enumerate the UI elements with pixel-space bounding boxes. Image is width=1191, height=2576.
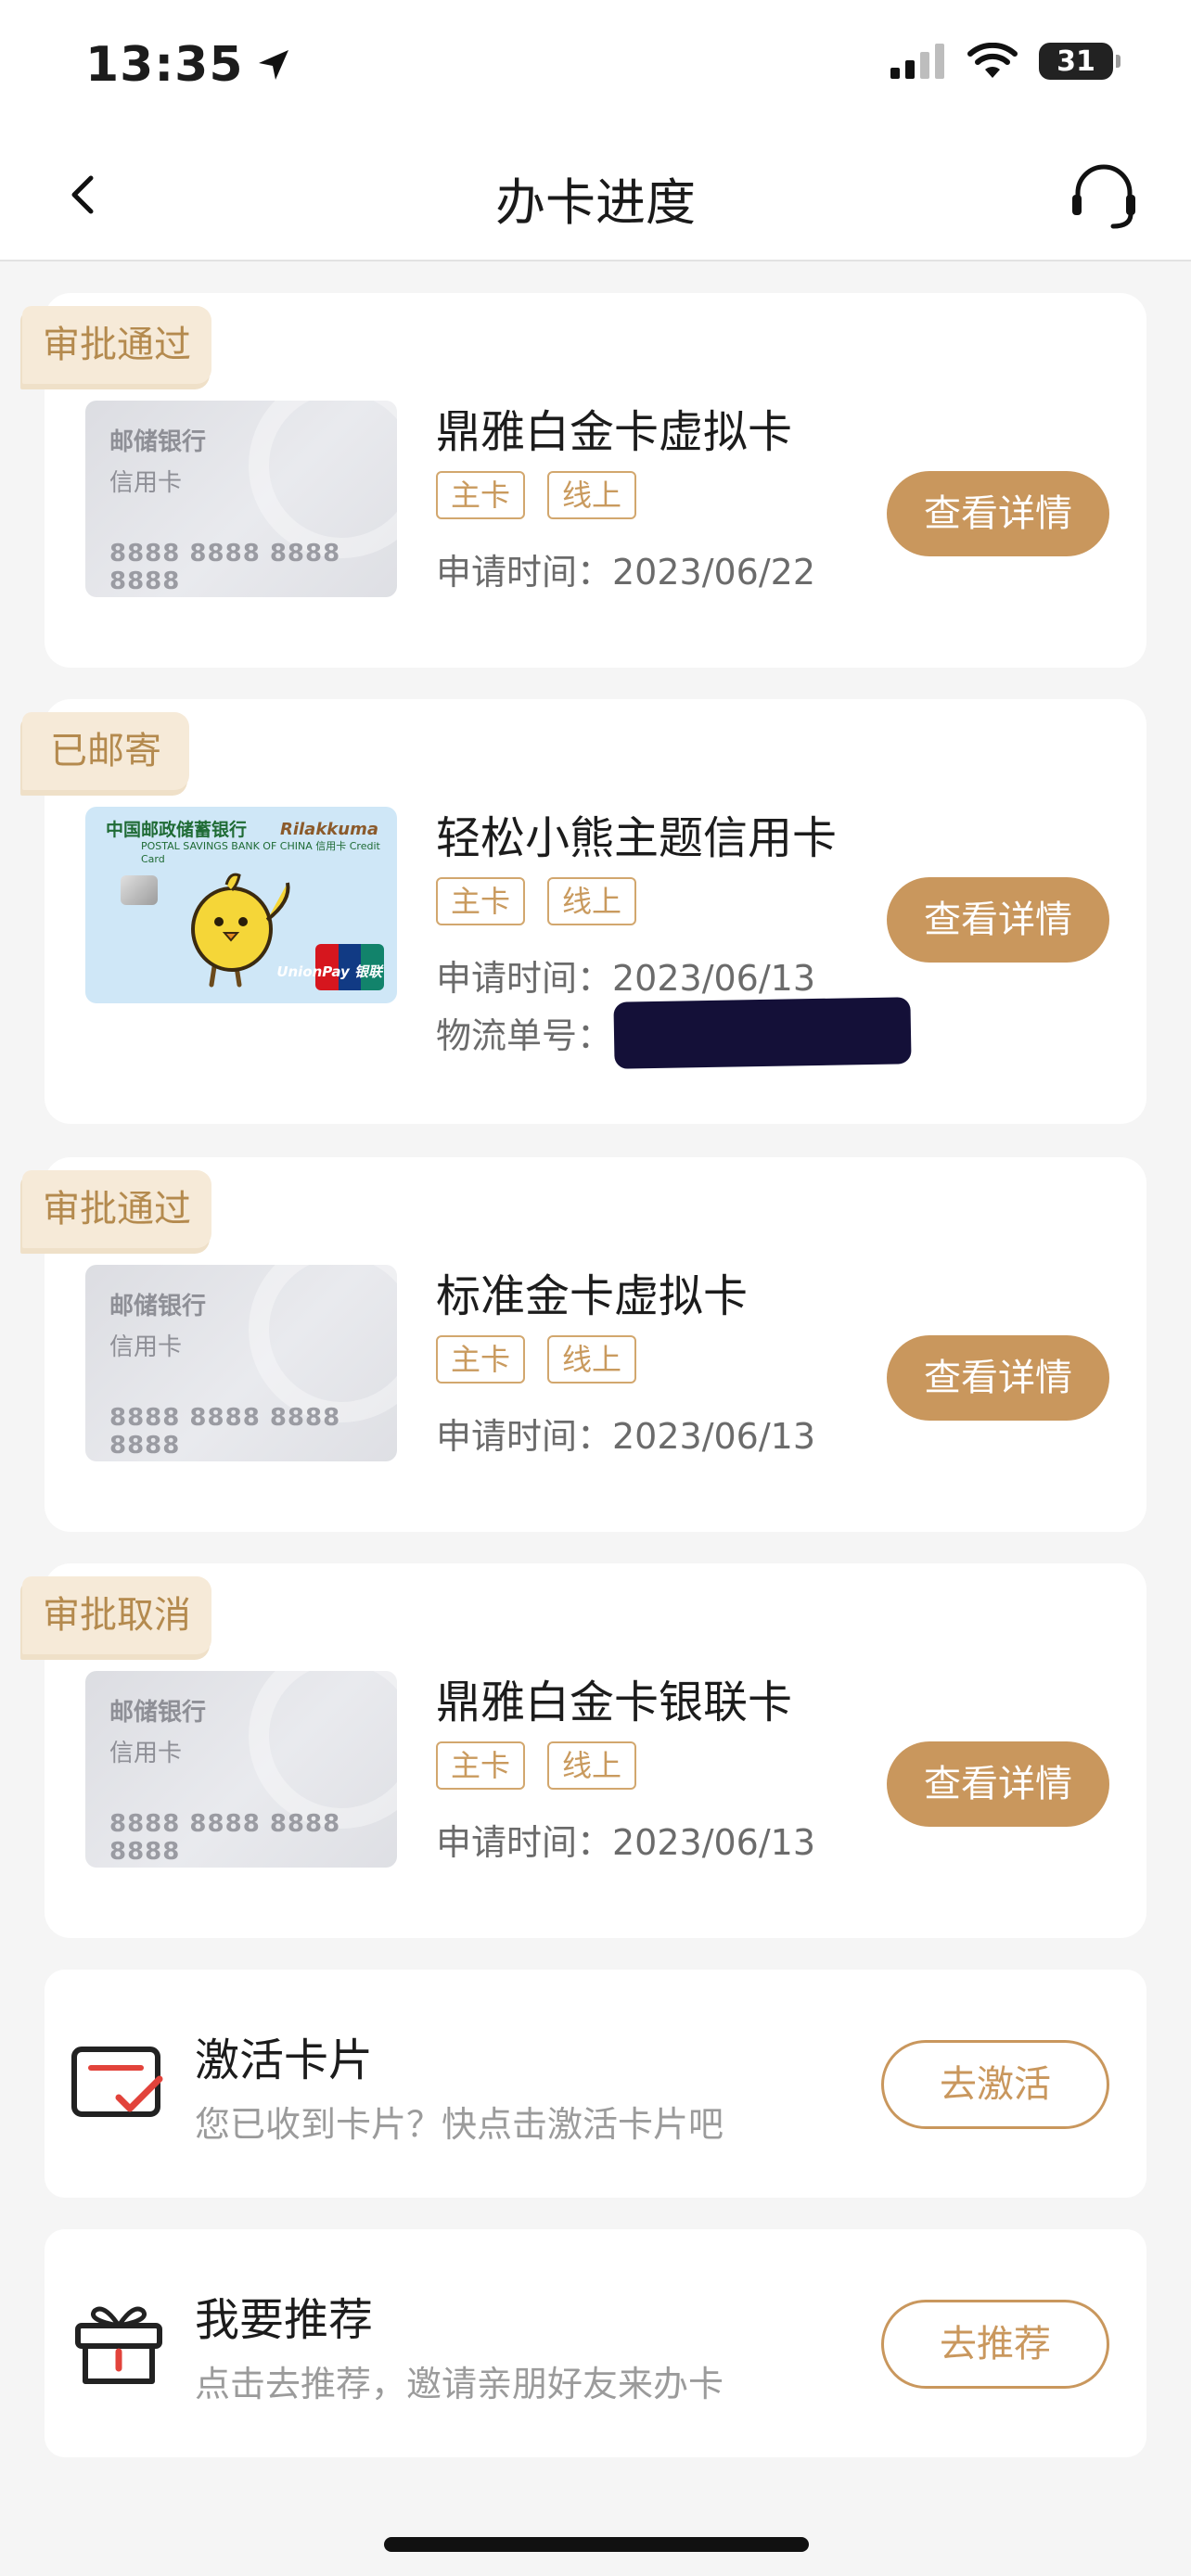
status-bar: 13:35 31 (0, 0, 1191, 130)
apply-time: 申请时间：2023/06/13 (436, 1416, 816, 1457)
card-image: 邮储银行 信用卡 8888 8888 8888 8888 (85, 1671, 397, 1868)
recommend-button[interactable]: 去推荐 (881, 2300, 1109, 2389)
status-badge: 审批通过 (22, 1170, 211, 1248)
application-card: 审批取消 邮储银行 信用卡 8888 8888 8888 8888 鼎雅白金卡银… (22, 1563, 1146, 1938)
tag-primary-card: 主卡 (436, 1741, 526, 1790)
status-time: 13:35 (85, 37, 292, 93)
tag-primary-card: 主卡 (436, 1335, 526, 1384)
card-image: 邮储银行 信用卡 8888 8888 8888 8888 (85, 401, 397, 597)
battery-icon: 31 (1039, 43, 1121, 80)
card-check-icon (71, 2047, 163, 2117)
card-name: 标准金卡虚拟卡 (436, 1270, 749, 1322)
status-badge: 已邮寄 (22, 712, 189, 790)
nav-bar: 办卡进度 (0, 130, 1191, 261)
recommend-title: 我要推荐 (195, 2294, 374, 2346)
tag-online: 线上 (547, 877, 637, 925)
recommend-panel: 我要推荐 点击去推荐，邀请亲朋好友来办卡 去推荐 (45, 2229, 1146, 2457)
apply-time: 申请时间：2023/06/13 (436, 958, 816, 999)
status-indicators: 31 (890, 43, 1121, 80)
status-badge: 审批通过 (22, 306, 211, 384)
tag-primary-card: 主卡 (436, 877, 526, 925)
card-tags: 主卡 线上 (436, 1741, 637, 1790)
home-indicator[interactable] (384, 2537, 809, 2552)
signal-icon (890, 44, 944, 79)
page-title: 办卡进度 (495, 173, 696, 232)
customer-service-headset-icon[interactable] (1065, 156, 1143, 234)
application-card: 审批通过 邮储银行 信用卡 8888 8888 8888 8888 标准金卡虚拟… (22, 1157, 1146, 1532)
card-tags: 主卡 线上 (436, 1335, 637, 1384)
view-details-button[interactable]: 查看详情 (887, 877, 1109, 963)
card-tags: 主卡 线上 (436, 877, 637, 925)
tag-online: 线上 (547, 1335, 637, 1384)
tracking-number-label: 物流单号： (436, 1015, 613, 1056)
card-tags: 主卡 线上 (436, 471, 637, 519)
tag-primary-card: 主卡 (436, 471, 526, 519)
clock: 13:35 (85, 37, 244, 93)
card-image: 中国邮政储蓄银行 POSTAL SAVINGS BANK OF CHINA 信用… (85, 807, 397, 1003)
activate-description: 您已收到卡片？快点击激活卡片吧 (195, 2104, 724, 2145)
activate-card-panel: 激活卡片 您已收到卡片？快点击激活卡片吧 去激活 (45, 1970, 1146, 2198)
apply-time: 申请时间：2023/06/13 (436, 1822, 816, 1863)
view-details-button[interactable]: 查看详情 (887, 1741, 1109, 1827)
card-name: 鼎雅白金卡银联卡 (436, 1677, 793, 1728)
card-name: 鼎雅白金卡虚拟卡 (436, 406, 793, 458)
view-details-button[interactable]: 查看详情 (887, 471, 1109, 556)
apply-time: 申请时间：2023/06/22 (436, 552, 816, 593)
gift-icon (75, 2306, 162, 2384)
status-badge: 审批取消 (22, 1576, 211, 1654)
card-name: 轻松小熊主题信用卡 (436, 812, 838, 864)
tag-online: 线上 (547, 1741, 637, 1790)
view-details-button[interactable]: 查看详情 (887, 1335, 1109, 1421)
application-card: 已邮寄 中国邮政储蓄银行 POSTAL SAVINGS BANK OF CHIN… (22, 699, 1146, 1124)
application-card: 审批通过 邮储银行 信用卡 8888 8888 8888 8888 鼎雅白金卡虚… (22, 293, 1146, 668)
activate-title: 激活卡片 (195, 2034, 374, 2086)
card-image: 邮储银行 信用卡 8888 8888 8888 8888 (85, 1265, 397, 1461)
location-arrow-icon (258, 50, 288, 80)
card-chip (121, 875, 158, 905)
redacted-tracking-number (613, 997, 912, 1069)
tag-online: 线上 (547, 471, 637, 519)
recommend-description: 点击去推荐，邀请亲朋好友来办卡 (195, 2364, 724, 2404)
activate-button[interactable]: 去激活 (881, 2040, 1109, 2129)
wifi-icon (967, 43, 1018, 78)
